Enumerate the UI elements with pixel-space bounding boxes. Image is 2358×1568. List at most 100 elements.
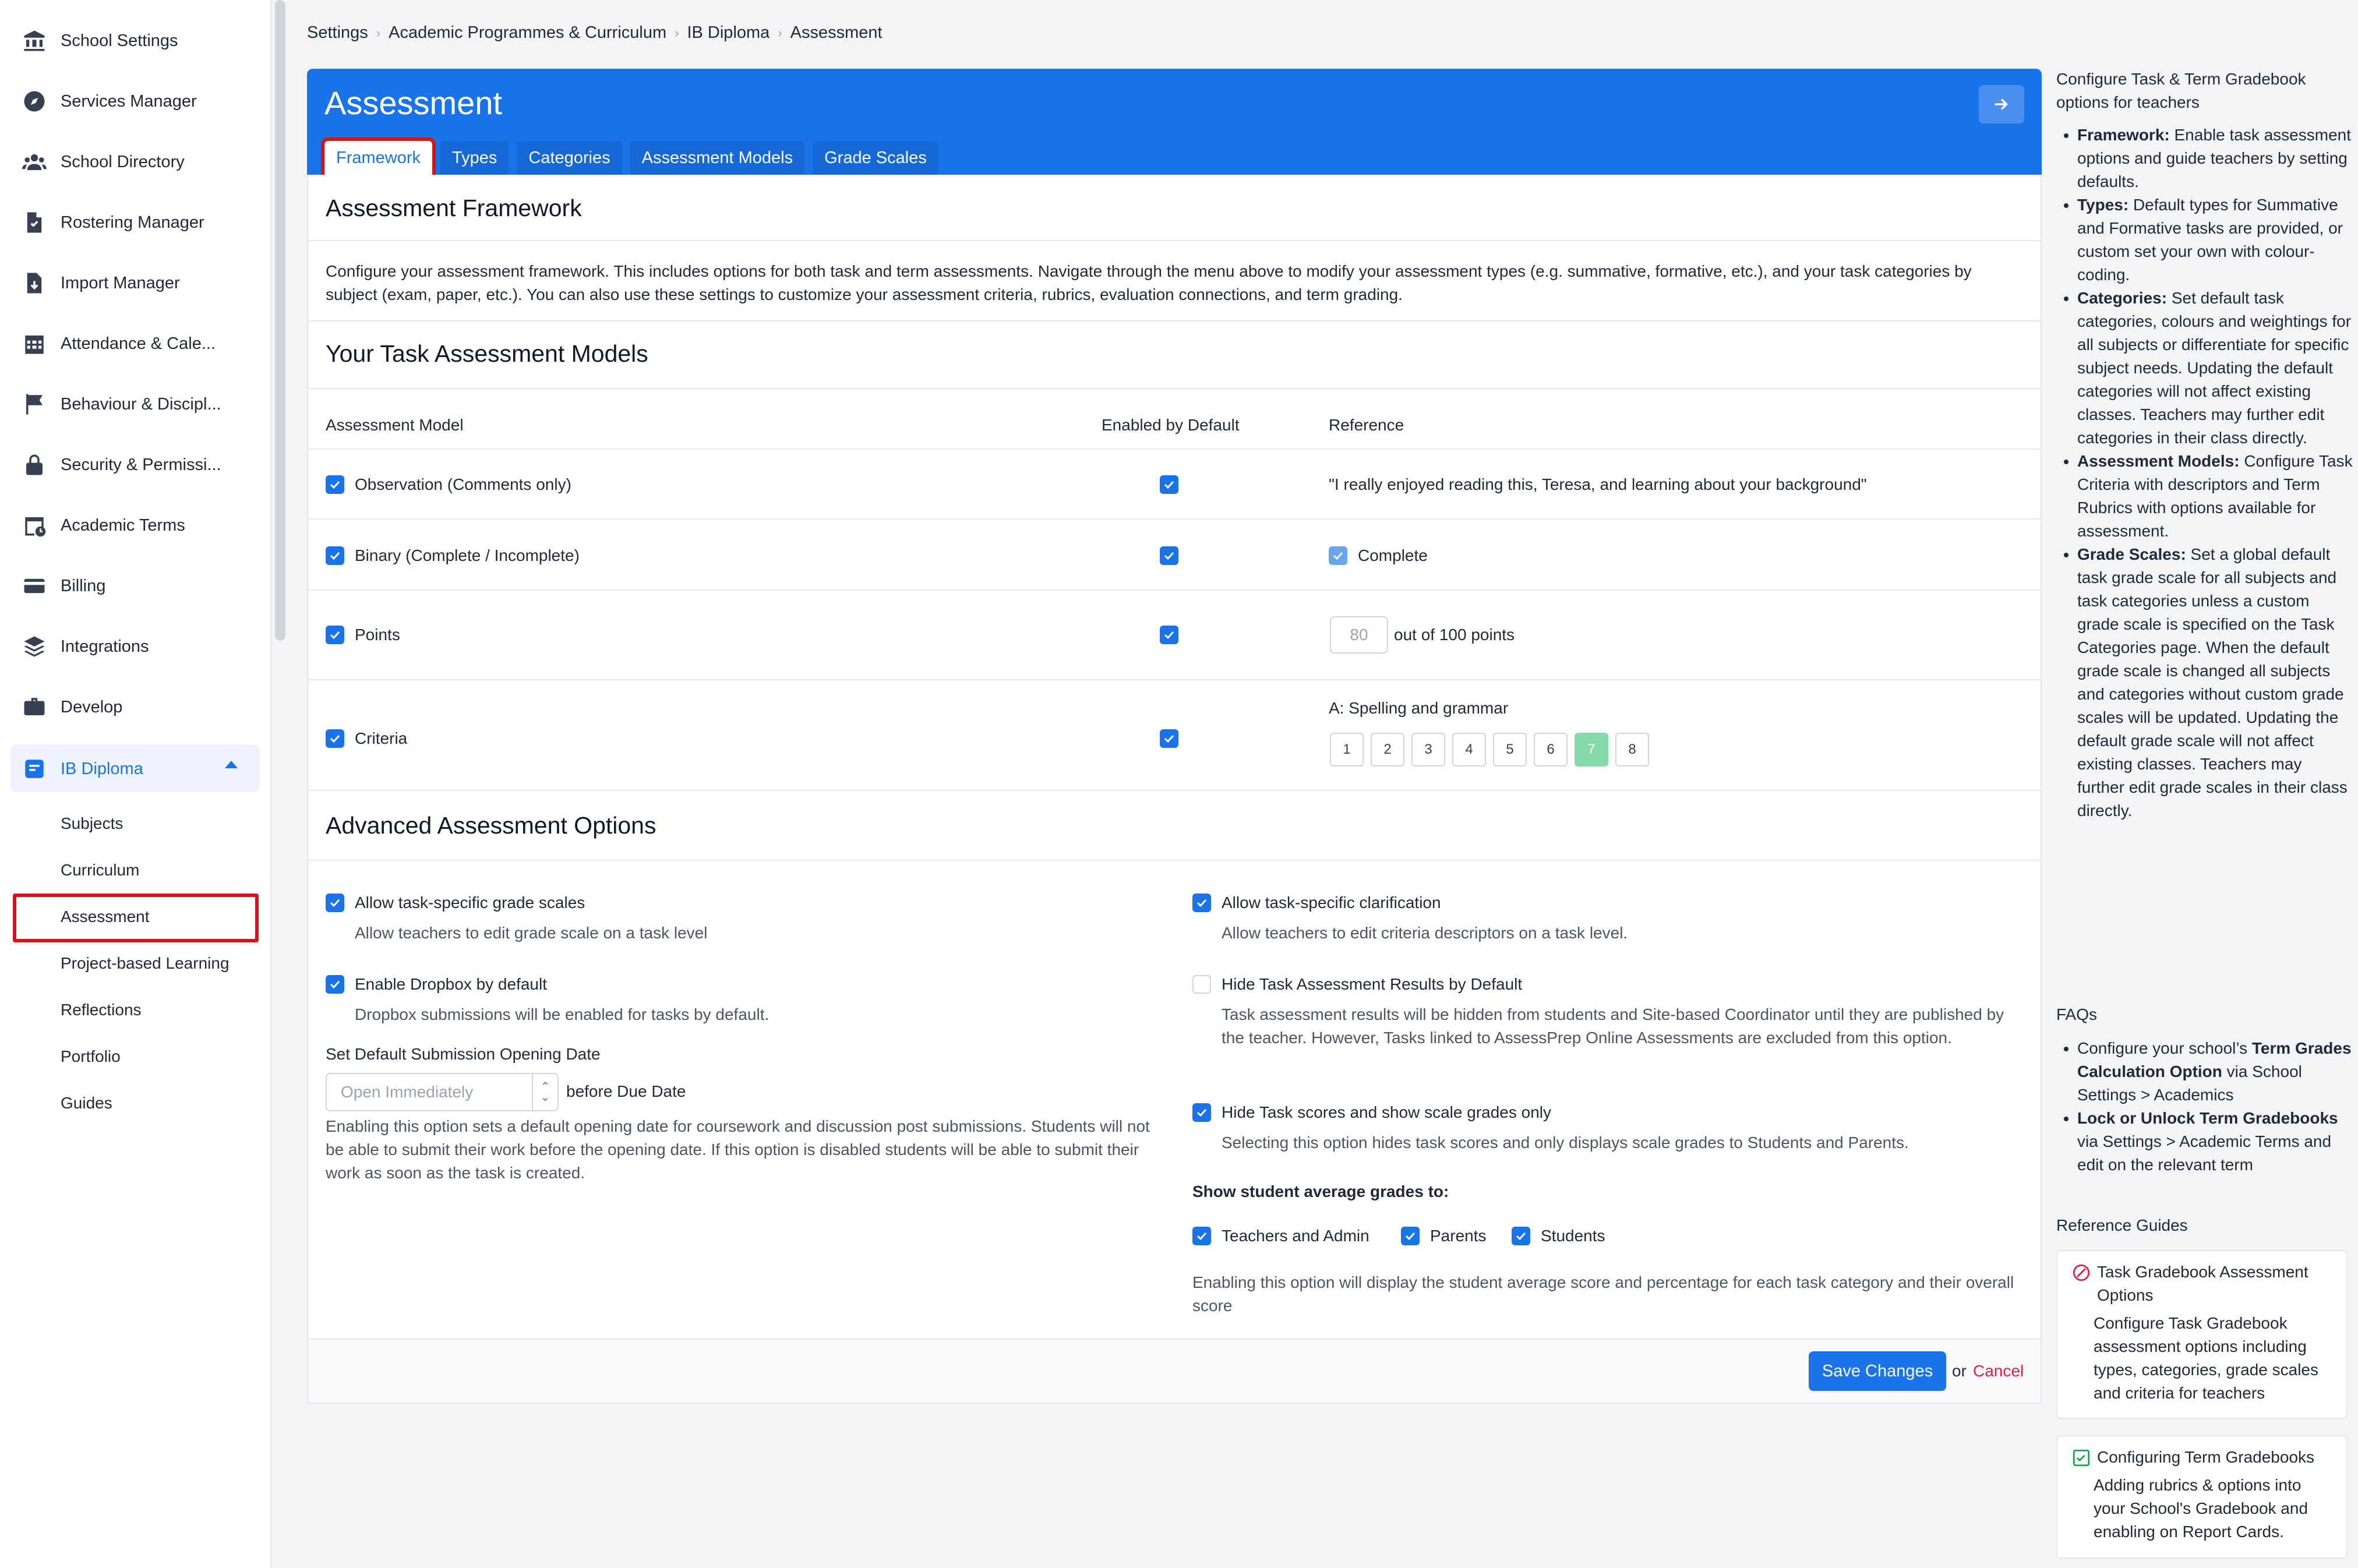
help-bullet: Framework: Enable task assessment option…: [2077, 123, 2353, 193]
sidebar-subitem-guides[interactable]: Guides: [61, 1094, 112, 1113]
average-grades-label: Show student average grades to:: [1192, 1182, 1449, 1200]
tab-grade-scales[interactable]: Grade Scales: [813, 141, 938, 175]
page-title: Assessment: [324, 84, 502, 121]
model-observation-checkbox[interactable]: [326, 475, 344, 494]
average-students-label: Students: [1541, 1227, 1605, 1245]
chevron-up-icon[interactable]: [225, 761, 238, 768]
divider: [308, 240, 2041, 241]
sidebar-item-import-manager[interactable]: Import Manager: [21, 266, 180, 301]
faqs-title: FAQs: [2056, 1005, 2098, 1023]
binary-enabled-checkbox[interactable]: [1160, 546, 1178, 565]
model-criteria-label: Criteria: [355, 729, 408, 747]
divider: [308, 790, 2041, 791]
sidebar-item-school-directory[interactable]: School Directory: [21, 144, 185, 179]
model-observation-label: Observation (Comments only): [355, 475, 571, 493]
faq-item[interactable]: Lock or Unlock Term Gradebooks via Setti…: [2077, 1107, 2353, 1177]
criteria-grade-8: 8: [1615, 733, 1649, 767]
model-binary-label: Binary (Complete / Incomplete): [355, 546, 580, 564]
tab-assessment-models[interactable]: Assessment Models: [630, 141, 805, 175]
cancel-link[interactable]: Cancel: [1973, 1359, 2024, 1383]
sidebar: School Settings Services Manager School …: [0, 0, 271, 1568]
expand-panel-button[interactable]: [1979, 85, 2024, 123]
sidebar-item-billing[interactable]: Billing: [21, 568, 105, 603]
points-enabled-checkbox[interactable]: [1160, 626, 1178, 644]
submission-date-select[interactable]: Open Immediately ⌃ ⌄: [326, 1073, 559, 1111]
chevron-right-icon: ›: [675, 25, 679, 40]
chevron-right-icon: ›: [778, 25, 782, 40]
observation-enabled-checkbox[interactable]: [1160, 475, 1178, 494]
or-text: or: [1952, 1362, 1967, 1380]
grade-scales-label: Allow task-specific grade scales: [355, 894, 585, 912]
average-students-checkbox[interactable]: [1512, 1227, 1530, 1245]
hide-results-desc: Task assessment results will be hidden f…: [1222, 1005, 2004, 1047]
average-parents-label: Parents: [1430, 1227, 1487, 1245]
breadcrumb-settings[interactable]: Settings: [307, 23, 368, 43]
model-criteria-checkbox[interactable]: [326, 729, 344, 748]
save-changes-button[interactable]: Save Changes: [1809, 1351, 1946, 1391]
hide-scores-desc: Selecting this option hides task scores …: [1222, 1133, 1909, 1152]
average-teachers-checkbox[interactable]: [1192, 1227, 1211, 1245]
tab-types[interactable]: Types: [440, 141, 509, 175]
sidebar-item-school-settings[interactable]: School Settings: [21, 23, 178, 58]
sidebar-item-attendance[interactable]: Attendance & Cale...: [21, 326, 216, 361]
breadcrumb-ib-diploma[interactable]: IB Diploma: [687, 23, 769, 43]
average-teachers-label: Teachers and Admin: [1222, 1227, 1369, 1245]
criteria-enabled-checkbox[interactable]: [1160, 729, 1178, 748]
help-bullet: Types: Default types for Summative and F…: [2077, 193, 2353, 287]
stepper-icon: ⌃ ⌄: [532, 1074, 557, 1110]
sidebar-item-behaviour[interactable]: Behaviour & Discipl...: [21, 387, 221, 422]
hide-results-checkbox[interactable]: [1192, 975, 1211, 994]
submission-date-suffix: before Due Date: [566, 1082, 686, 1100]
guide-card-term-gradebooks[interactable]: Configuring Term Gradebooks Adding rubri…: [2056, 1435, 2348, 1559]
binary-reference: Complete: [1358, 546, 1428, 564]
guide-card-task-gradebook[interactable]: Task Gradebook Assessment Options Config…: [2056, 1250, 2348, 1419]
criteria-reference: A: Spelling and grammar: [1329, 699, 1509, 717]
faq-item[interactable]: Configure your school’s Term Grades Calc…: [2077, 1037, 2353, 1107]
tab-framework[interactable]: Framework: [320, 137, 436, 178]
dropbox-desc: Dropbox submissions will be enabled for …: [355, 1005, 769, 1023]
ib-icon: [21, 755, 48, 782]
sidebar-item-security[interactable]: Security & Permissi...: [21, 447, 221, 482]
tab-categories[interactable]: Categories: [517, 141, 622, 175]
clarification-checkbox[interactable]: [1192, 894, 1211, 912]
model-points-checkbox[interactable]: [326, 626, 344, 644]
grade-scales-checkbox[interactable]: [326, 894, 344, 912]
help-bullet: Grade Scales: Set a global default task …: [2077, 543, 2353, 822]
dropbox-checkbox[interactable]: [326, 975, 344, 994]
guide-title: Task Gradebook Assessment Options: [2097, 1263, 2308, 1304]
guide-desc: Adding rubrics & options into your Schoo…: [2094, 1476, 2308, 1541]
sidebar-item-rostering-manager[interactable]: Rostering Manager: [21, 205, 204, 240]
model-binary-checkbox[interactable]: [326, 546, 344, 565]
sidebar-item-ib-diploma[interactable]: IB Diploma: [21, 751, 143, 786]
sidebar-subitem-reflections[interactable]: Reflections: [61, 1001, 142, 1019]
tab-bar: Framework Types Categories Assessment Mo…: [320, 137, 938, 178]
divider: [308, 448, 2041, 450]
sidebar-item-academic-terms[interactable]: Academic Terms: [21, 508, 185, 543]
bank-icon: [21, 27, 48, 54]
sidebar-item-services-manager[interactable]: Services Manager: [21, 84, 197, 119]
average-parents-checkbox[interactable]: [1401, 1227, 1420, 1245]
breadcrumb-academic-programmes[interactable]: Academic Programmes & Curriculum: [389, 23, 666, 43]
help-bullet: Assessment Models: Configure Task Criter…: [2077, 450, 2353, 543]
sidebar-item-develop[interactable]: Develop: [21, 690, 122, 725]
lock-icon: [21, 451, 48, 478]
sidebar-item-integrations[interactable]: Integrations: [21, 629, 149, 664]
hide-scores-label: Hide Task scores and show scale grades o…: [1222, 1103, 1552, 1121]
breadcrumb: Settings › Academic Programmes & Curricu…: [307, 23, 883, 43]
layers-icon: [21, 633, 48, 660]
sidebar-scrollbar[interactable]: [275, 0, 285, 641]
sidebar-subitem-assessment[interactable]: Assessment: [61, 907, 150, 926]
binary-reference-checkbox: [1329, 546, 1347, 565]
submission-date-desc: Enabling this option sets a default open…: [326, 1117, 1150, 1182]
sidebar-subitem-project-based-learning[interactable]: Project-based Learning: [61, 954, 230, 973]
sidebar-subitem-curriculum[interactable]: Curriculum: [61, 861, 139, 880]
sidebar-subitem-portfolio[interactable]: Portfolio: [61, 1047, 121, 1066]
faqs-list: Configure your school’s Term Grades Calc…: [2056, 1037, 2353, 1177]
hide-scores-checkbox[interactable]: [1192, 1103, 1211, 1122]
hide-results-label: Hide Task Assessment Results by Default: [1222, 975, 1523, 993]
sidebar-subitem-subjects[interactable]: Subjects: [61, 814, 123, 833]
divider: [308, 679, 2041, 680]
calendar-icon: [21, 330, 48, 357]
framework-title: Assessment Framework: [326, 195, 582, 221]
help-intro: Configure Task & Term Gradebook options …: [2056, 70, 2306, 111]
